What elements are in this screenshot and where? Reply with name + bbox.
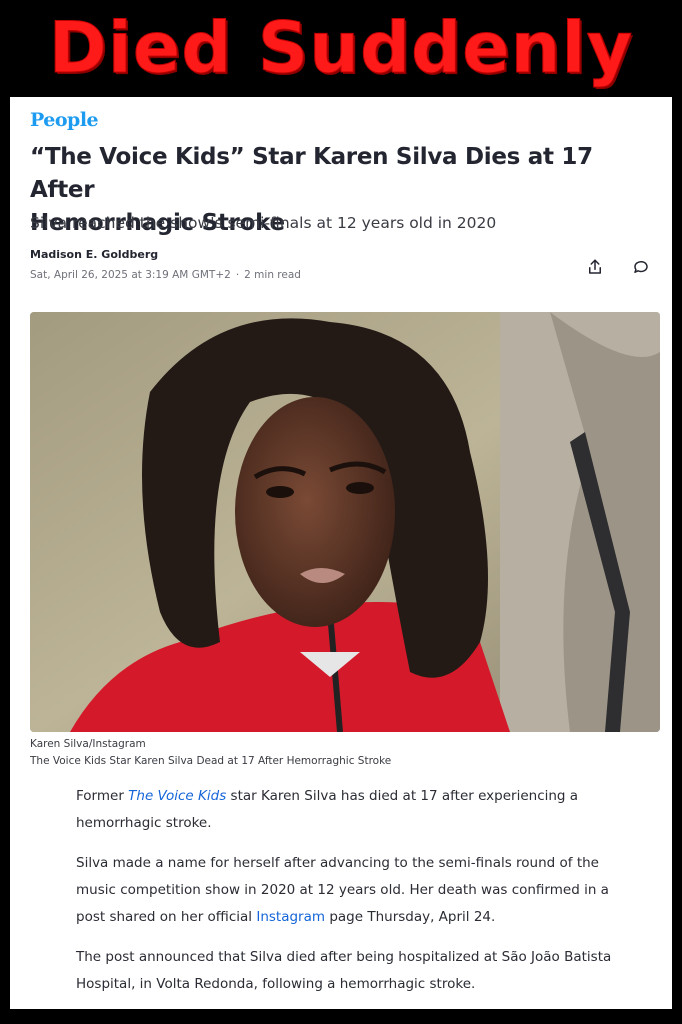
meta-separator: · [235,269,240,281]
photo-caption: The Voice Kids Star Karen Silva Dead at … [30,755,392,767]
article-subheadline: Silva reached the show's semi-finals at … [30,214,497,232]
photo-credit: Karen Silva/Instagram [30,738,146,750]
portrait-illustration [30,312,660,732]
publish-date: Sat, April 26, 2025 at 3:19 AM GMT+2 [30,269,231,281]
p1-before: Former [76,788,129,804]
comment-icon [634,260,648,273]
article-card: People “The Voice Kids” Star Karen Silva… [10,97,672,1009]
the-voice-kids-link[interactable]: The Voice Kids [128,788,226,804]
bottom-border [0,1009,682,1024]
author-name[interactable]: Madison E. Goldberg [30,248,158,261]
headline-line-1: “The Voice Kids” Star Karen Silva Dies a… [30,144,593,203]
p2-after: page Thursday, April 24. [325,909,496,925]
paragraph-1: Former The Voice Kids star Karen Silva h… [76,783,632,837]
banner-title: Died Suddenly [48,7,634,90]
read-time: 2 min read [244,269,301,281]
people-logo[interactable]: People [30,109,99,131]
article-photo[interactable] [30,312,660,732]
share-icon [589,259,601,274]
paragraph-3: The post announced that Silva died after… [76,949,612,992]
died-suddenly-banner: Died Suddenly [0,0,682,96]
instagram-link[interactable]: Instagram [256,909,325,925]
article-meta: Sat, April 26, 2025 at 3:19 AM GMT+2 · 2 m… [30,269,301,281]
share-button[interactable] [580,252,610,282]
comment-button[interactable] [626,252,656,282]
paragraph-2: Silva made a name for herself after adva… [76,850,632,931]
